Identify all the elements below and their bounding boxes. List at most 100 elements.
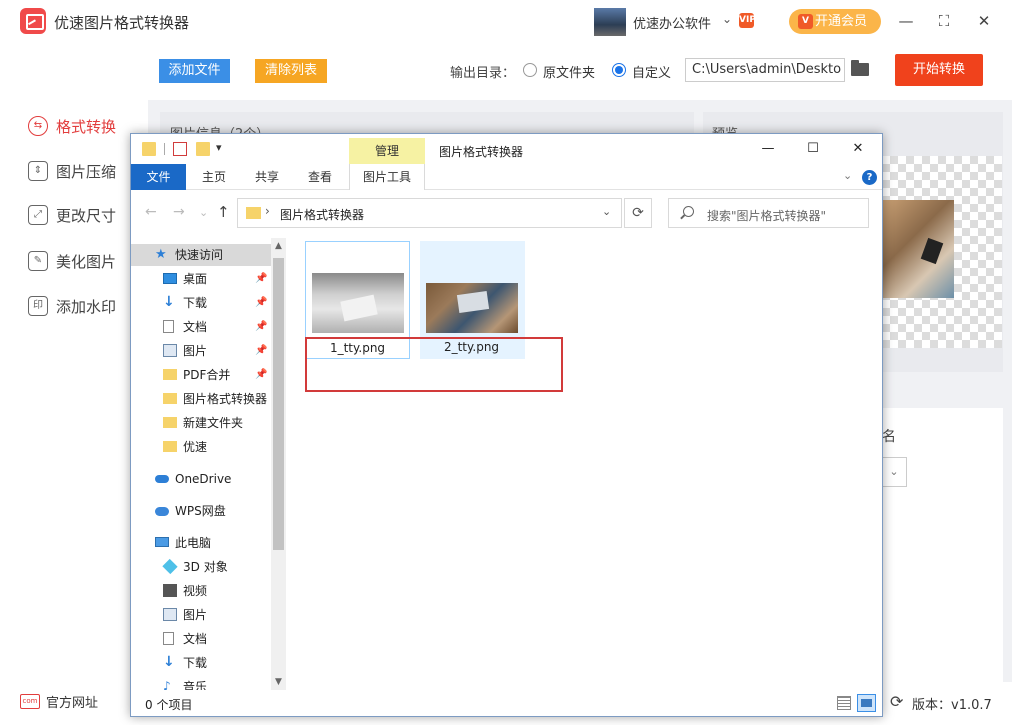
search-icon [683, 206, 694, 217]
maximize-button[interactable]: ⛶ [934, 10, 954, 32]
nav-pane-item[interactable]: 图片格式转换器 [131, 388, 271, 410]
start-convert-button[interactable]: 开始转换 [895, 54, 983, 86]
back-arrow-icon[interactable]: ← [145, 204, 157, 220]
nav-pane-label: 新建文件夹 [183, 416, 244, 430]
scroll-thumb[interactable] [273, 258, 284, 550]
pic-icon [163, 344, 177, 357]
nav-pane-item[interactable]: 新建文件夹 [131, 412, 271, 434]
properties-icon[interactable] [173, 142, 187, 156]
nav-pane-item[interactable]: 此电脑 [131, 532, 271, 554]
nav-pane-item[interactable]: 文档 [131, 628, 271, 650]
nav-pane-item[interactable]: WPS网盘 [131, 500, 271, 522]
nav-pane-item[interactable]: 桌面 📌 [131, 268, 271, 290]
fold-icon [163, 393, 177, 404]
add-file-button[interactable]: 添加文件 [159, 59, 230, 83]
nav-pane-label: 3D 对象 [183, 560, 228, 574]
search-placeholder: 搜索"图片格式转换器" [707, 209, 827, 223]
nav-pane-scrollbar[interactable]: ▲ ▼ [271, 238, 286, 690]
sidebar-item-2[interactable]: ⤢ 更改尺寸 [28, 203, 116, 227]
scroll-down-icon[interactable]: ▼ [271, 674, 286, 690]
explorer-maximize-button[interactable]: ☐ [801, 140, 825, 158]
nav-pane-item[interactable]: 图片 📌 [131, 340, 271, 362]
ribbon-expand-icon[interactable]: ⌄ [843, 169, 852, 182]
app-titlebar: 优速图片格式转换器 优速办公软件 ⌄ VIP V 开通会员 — ⛶ ✕ [0, 0, 1012, 44]
official-site-label: 官方网址 [46, 696, 99, 711]
nav-pane-item[interactable]: 3D 对象 [131, 556, 271, 578]
tab-file[interactable]: 文件 [131, 164, 186, 190]
sidebar-item-4[interactable]: 印添加水印 [28, 294, 116, 318]
breadcrumb[interactable]: 图片格式转换器 [280, 206, 364, 223]
sidebar-item-3[interactable]: ✎ 美化图片 [28, 249, 116, 273]
nav-pane-label: 图片格式转换器 [183, 392, 268, 406]
up-arrow-icon[interactable]: ↑ [217, 203, 230, 221]
address-bar[interactable]: › 图片格式转换器 ⌄ [237, 198, 622, 228]
user-avatar[interactable] [594, 8, 626, 36]
folder-icon[interactable] [851, 60, 869, 76]
tab-share[interactable]: 共享 [248, 164, 286, 190]
website-icon: com [20, 694, 40, 709]
nav-pane-item[interactable]: 视频 [131, 580, 271, 602]
nav-pane-item[interactable]: 文档 📌 [131, 316, 271, 338]
radio-original-folder[interactable] [523, 63, 537, 77]
pic-icon [163, 608, 177, 621]
large-icons-view-icon[interactable] [857, 694, 876, 712]
nav-pane-item[interactable]: 图片 [131, 604, 271, 626]
desk-icon [163, 273, 177, 284]
nav-pane-item[interactable]: ♪ 音乐 [131, 676, 271, 691]
nav-pane-item[interactable]: PDF合并 📌 [131, 364, 271, 386]
forward-arrow-icon[interactable]: → [173, 204, 185, 220]
nav-pane-label: 图片 [183, 608, 208, 622]
file-explorer-window[interactable]: ▾ 管理 图片格式转换器 — ☐ ✕ 文件 主页 共享 查看 图片工具 ⌄ ? … [130, 133, 883, 717]
details-view-icon[interactable] [837, 696, 851, 710]
breadcrumb-separator[interactable]: › [265, 204, 270, 218]
sidebar-item-1[interactable]: ⇕ 图片压缩 [28, 159, 116, 183]
minimize-button[interactable]: — [896, 10, 916, 32]
folder-icon[interactable] [142, 142, 156, 156]
settings-select[interactable]: ⌄ [882, 457, 907, 487]
sidebar-item-label: 图片压缩 [56, 162, 117, 181]
navigation-pane[interactable]: ★ 快速访问 桌面 📌 ↓ 下载 📌 文档 📌 图片 📌 PDF合并 📌 图片格式转换器 新建文件夹优速 On… [131, 238, 286, 690]
sidebar-item-0[interactable]: ⇆ 格式转换 [28, 114, 116, 138]
clear-list-button[interactable]: 清除列表 [255, 59, 327, 83]
radio-custom-folder[interactable] [612, 63, 626, 77]
music-icon: ♪ [163, 679, 171, 691]
output-path-input[interactable]: C:\Users\admin\Deskto [685, 58, 845, 82]
toolbar: 添加文件 清除列表 输出目录： 原文件夹 自定义 C:\Users\admin\… [148, 44, 1012, 100]
output-dir-label: 输出目录： [450, 66, 516, 81]
customize-toolbar-icon[interactable]: ▾ [216, 141, 222, 154]
tab-picture-tools[interactable]: 图片工具 [349, 164, 425, 190]
explorer-close-button[interactable]: ✕ [846, 140, 870, 158]
nav-pane-item[interactable]: ★ 快速访问 [131, 244, 271, 266]
fold-icon [163, 441, 177, 452]
doc-icon [163, 320, 174, 333]
nav-pane-item[interactable]: 优速 [131, 436, 271, 458]
official-site-link[interactable]: com 官方网址 [20, 692, 98, 711]
user-name[interactable]: 优速办公软件 [633, 13, 711, 32]
nav-pane-label: 文档 [183, 320, 208, 334]
star-icon: ★ [155, 247, 167, 262]
help-icon[interactable]: ? [862, 170, 877, 185]
new-folder-icon[interactable] [196, 142, 210, 156]
chevron-down-icon[interactable]: ⌄ [722, 12, 732, 26]
explorer-minimize-button[interactable]: — [756, 140, 780, 158]
down-icon: ↓ [163, 654, 175, 670]
scroll-up-icon[interactable]: ▲ [271, 238, 286, 254]
open-membership-button[interactable]: V 开通会员 [789, 9, 881, 34]
recent-locations-icon[interactable]: ⌄ [199, 206, 208, 219]
tab-manage[interactable]: 管理 [349, 138, 425, 164]
tab-home[interactable]: 主页 [195, 164, 233, 190]
nav-pane-item[interactable]: ↓ 下载 📌 [131, 292, 271, 314]
nav-pane-item[interactable]: OneDrive [131, 468, 271, 490]
address-dropdown-icon[interactable]: ⌄ [602, 205, 611, 218]
nav-pane-item[interactable]: ↓ 下载 [131, 652, 271, 674]
explorer-title: 图片格式转换器 [439, 145, 524, 159]
refresh-icon[interactable]: ⟳ [890, 692, 903, 711]
cloud-icon [155, 475, 169, 483]
refresh-button[interactable]: ⟳ [624, 198, 652, 228]
close-button[interactable]: ✕ [974, 10, 994, 32]
nav-pane-label: 此电脑 [175, 536, 212, 550]
search-input[interactable]: 搜索"图片格式转换器" [668, 198, 869, 228]
tab-view[interactable]: 查看 [301, 164, 339, 190]
doc-icon [163, 632, 174, 645]
left-nav [0, 44, 148, 725]
